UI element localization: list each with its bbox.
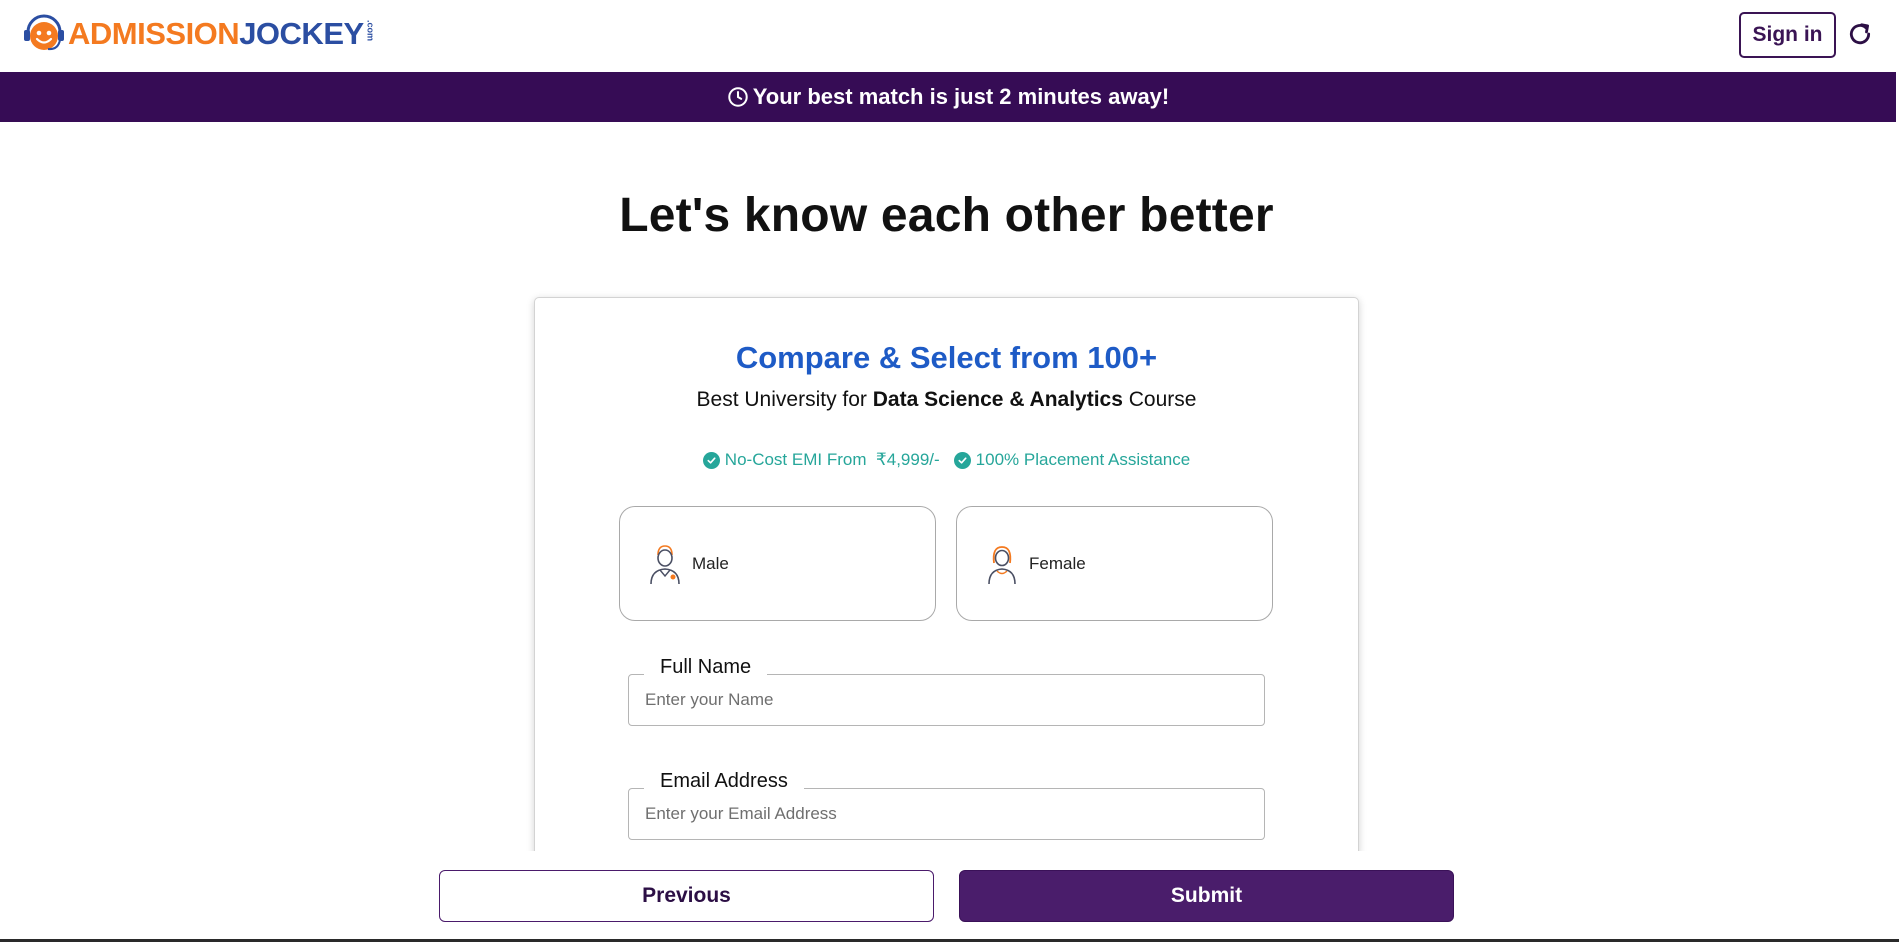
logo-wordmark: ADMISSIONJOCKEY	[68, 18, 364, 49]
gender-label-male: Male	[692, 553, 729, 573]
subtitle-suffix: Course	[1122, 388, 1197, 411]
promo-banner: Your best match is just 2 minutes away!	[0, 72, 1896, 122]
headset-smiley-icon	[22, 12, 66, 54]
banner-text: Your best match is just 2 minutes away!	[752, 84, 1170, 109]
perk-text: No-Cost EMI From ₹4,999/-	[724, 450, 940, 469]
subtitle-course: Data Science & Analytics	[872, 388, 1123, 411]
form-footer	[0, 851, 1896, 939]
logo-word-admission: ADMISSION	[68, 15, 240, 51]
submit-button[interactable]: Submit	[959, 870, 1454, 922]
admissionjockey-logo[interactable]: ADMISSIONJOCKEY .com	[22, 12, 376, 54]
perk-item-emi: No-Cost EMI From ₹4,999/-	[702, 450, 940, 470]
gender-option-male[interactable]: Male	[619, 506, 936, 621]
perk-item-placement: 100% Placement Assistance	[953, 450, 1191, 470]
subtitle-prefix: Best University for	[696, 388, 873, 411]
card-subtitle: Best University for Data Science & Analy…	[0, 388, 1893, 412]
logo-com-suffix: .com	[365, 20, 376, 42]
logo-word-jockey: JOCKEY	[239, 15, 364, 51]
perk-text: 100% Placement Assistance	[975, 450, 1191, 469]
refresh-icon[interactable]	[1844, 18, 1876, 50]
male-avatar-icon	[648, 543, 682, 585]
site-header: ADMISSIONJOCKEY .com Sign in	[0, 0, 1899, 72]
perks-list: No-Cost EMI From ₹4,999/- 100% Placement…	[0, 450, 1893, 470]
gender-label-female: Female	[1029, 553, 1086, 573]
full-name-field: Full Name	[628, 656, 1265, 726]
card-title: Compare & Select from 100+	[735, 340, 1158, 375]
clock-icon	[727, 86, 749, 108]
sign-in-button[interactable]: Sign in	[1739, 12, 1836, 58]
email-field: Email Address	[628, 770, 1265, 840]
email-input[interactable]	[629, 789, 1264, 839]
full-name-input[interactable]	[629, 675, 1264, 725]
check-circle-icon	[702, 451, 720, 469]
gender-option-female[interactable]: Female	[956, 506, 1273, 621]
previous-button[interactable]: Previous	[439, 870, 934, 922]
page-title: Let's know each other better	[619, 189, 1274, 242]
check-circle-icon	[953, 451, 971, 469]
female-avatar-icon	[985, 543, 1019, 585]
